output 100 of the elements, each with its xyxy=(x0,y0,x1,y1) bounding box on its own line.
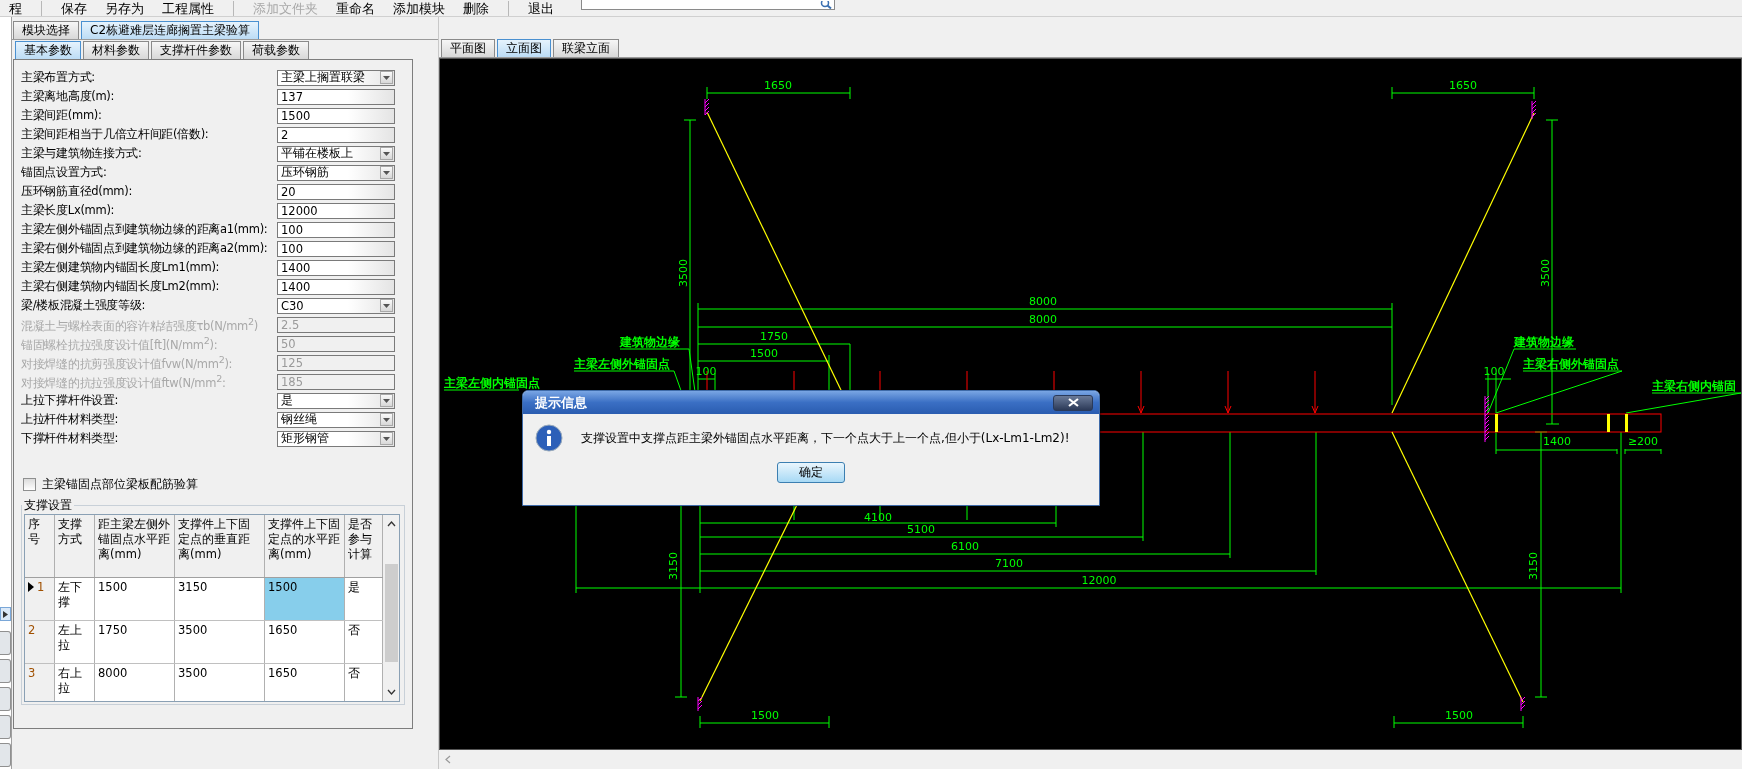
caret-icon xyxy=(383,436,390,441)
field-label: 下撑杆件材料类型: xyxy=(21,431,120,446)
tab[interactable]: 模块选择 xyxy=(13,21,79,39)
close-icon xyxy=(1067,398,1079,407)
toolbar-button[interactable]: 重命名 xyxy=(329,0,382,16)
toolbar-button[interactable]: 另存为 xyxy=(98,0,151,16)
chevron-up-icon[interactable] xyxy=(386,521,396,527)
table-cell: 左下撑 xyxy=(55,578,95,620)
field-label: 主梁右侧建筑物内锚固长度Lm2(mm): xyxy=(21,279,221,294)
side-tab[interactable] xyxy=(0,631,11,655)
tab[interactable]: 立面图 xyxy=(497,39,551,57)
dropdown-field[interactable]: C30 xyxy=(277,297,395,314)
dimension-value: 3150 xyxy=(1527,552,1540,580)
dimension-value: 1500 xyxy=(751,709,779,722)
table-cell: 1650 xyxy=(265,621,345,663)
input-field[interactable]: 100 xyxy=(277,221,395,238)
field-label: 主梁左侧外锚固点到建筑物边缘的距离a1(mm): xyxy=(21,222,269,237)
field-label: 锚固螺栓抗拉强度设计值[ft](N/mm$^{2}$): xyxy=(21,334,219,353)
side-tab[interactable] xyxy=(0,743,11,767)
tab[interactable]: 联梁立面 xyxy=(553,39,619,57)
dropdown-field[interactable]: 平铺在楼板上 xyxy=(277,145,395,162)
side-tab[interactable] xyxy=(0,715,11,739)
hatch-mark xyxy=(1520,696,1526,712)
close-button[interactable] xyxy=(1053,394,1093,411)
dropdown-field[interactable]: 矩形钢管 xyxy=(277,430,395,447)
annotation-label: 主梁右侧内锚固 xyxy=(1652,379,1736,393)
input-field[interactable]: 1500 xyxy=(277,107,395,124)
search-field[interactable] xyxy=(581,0,835,10)
hatch-mark xyxy=(697,696,703,712)
dropdown-field[interactable]: 压环钢筋 xyxy=(277,164,395,181)
dimension-value: 1650 xyxy=(764,79,792,92)
table-cell: 1750 xyxy=(95,621,175,663)
annotation-label: 主梁右侧外锚固点 xyxy=(1523,357,1619,371)
dialog-message: 支撑设置中支撑点距主梁外锚固点水平距离，下一个点大于上一个点,但小于(Lx-Lm1-Lm2)! xyxy=(581,429,1070,447)
row-number[interactable]: 1 xyxy=(25,578,55,620)
input-field[interactable]: 2 xyxy=(277,126,395,143)
dropdown-field[interactable]: 主梁上搁置联梁 xyxy=(277,69,395,86)
dimension-line xyxy=(1624,448,1662,455)
field-label: 对接焊缝的抗拉强度设计值ftw(N/mm$^{2}$: xyxy=(21,372,227,391)
group-title: 支撑设置 xyxy=(23,497,73,514)
ok-button[interactable]: 确定 xyxy=(777,462,845,483)
input-field[interactable]: 20 xyxy=(277,183,395,200)
dimension-value: 8000 xyxy=(1029,313,1057,326)
dropdown-field[interactable]: 钢丝绳 xyxy=(277,411,395,428)
field-label: 锚固点设置方式: xyxy=(21,165,108,180)
annotation-label: 主梁左侧外锚固点 xyxy=(574,357,670,371)
field-label: 压环钢筋直径d(mm): xyxy=(21,184,133,199)
search-icon xyxy=(820,0,832,9)
input-field[interactable]: 100 xyxy=(277,240,395,257)
field-label: 主梁右侧外锚固点到建筑物边缘的距离a2(mm): xyxy=(21,241,269,256)
caret-icon xyxy=(383,398,390,403)
column-header: 支撑件上下固定点的水平距离(mm) xyxy=(265,515,345,577)
side-tab[interactable] xyxy=(0,659,11,683)
column-header: 是否参与计算 xyxy=(345,515,383,577)
vertical-scrollbar[interactable] xyxy=(383,515,399,701)
dropdown-field[interactable]: 是 xyxy=(277,392,395,409)
toolbar-button[interactable]: 程 xyxy=(2,0,29,16)
column-header: 距主梁左侧外锚固点水平距离(mm) xyxy=(95,515,175,577)
toolbar-button[interactable]: 退出 xyxy=(521,0,561,16)
column-header: 序号 xyxy=(25,515,55,577)
tab[interactable]: C2栋避难层连廊搁置主梁验算 xyxy=(81,21,259,39)
side-tab[interactable] xyxy=(0,687,11,711)
caret-icon xyxy=(383,170,390,175)
column-header: 支撑方式 xyxy=(55,515,95,577)
input-field[interactable]: 1400 xyxy=(277,259,395,276)
dimension-value: 12000 xyxy=(1081,574,1117,587)
input-field[interactable]: 137 xyxy=(277,88,395,105)
table-cell: 8000 xyxy=(95,664,175,701)
field-label: 上拉下撑杆件设置: xyxy=(21,393,120,408)
dimension-value: 3500 xyxy=(677,259,690,287)
input-field[interactable]: 12000 xyxy=(277,202,395,219)
dimension-value: 1650 xyxy=(1449,79,1477,92)
checkbox[interactable] xyxy=(23,478,36,491)
field-label: 梁/楼板混凝土强度等级: xyxy=(21,298,147,313)
tab[interactable]: 基本参数 xyxy=(15,41,81,59)
toolbar-button[interactable]: 删除 xyxy=(456,0,496,16)
table-cell: 3500 xyxy=(175,664,265,701)
toolbar-button[interactable]: 保存 xyxy=(54,0,94,16)
dimension-value: 3500 xyxy=(1539,259,1552,287)
chevron-down-icon[interactable] xyxy=(386,689,396,695)
chevron-left-icon[interactable] xyxy=(445,754,451,764)
anchor-bar xyxy=(1607,414,1610,432)
field-label: 主梁与建筑物连接方式: xyxy=(21,146,143,161)
tab[interactable]: 平面图 xyxy=(441,39,495,57)
tab[interactable]: 荷载参数 xyxy=(243,41,309,59)
field-label: 主梁间距(mm): xyxy=(21,108,103,123)
hatch-mark xyxy=(1531,100,1537,120)
scrollbar-thumb[interactable] xyxy=(384,564,398,662)
tab[interactable]: 支撑杆件参数 xyxy=(151,41,241,59)
input-field[interactable]: 1400 xyxy=(277,278,395,295)
toolbar-button[interactable]: 工程属性 xyxy=(155,0,221,16)
expand-button[interactable] xyxy=(0,607,11,621)
row-number[interactable]: 3 xyxy=(25,664,55,701)
field-label: 主梁长度Lx(mm): xyxy=(21,203,116,218)
load-arrow xyxy=(1311,370,1319,414)
caret-icon xyxy=(383,303,390,308)
tab[interactable]: 材料参数 xyxy=(83,41,149,59)
toolbar-button[interactable]: 添加模块 xyxy=(386,0,452,16)
row-number[interactable]: 2 xyxy=(25,621,55,663)
load-arrow xyxy=(1224,370,1232,414)
